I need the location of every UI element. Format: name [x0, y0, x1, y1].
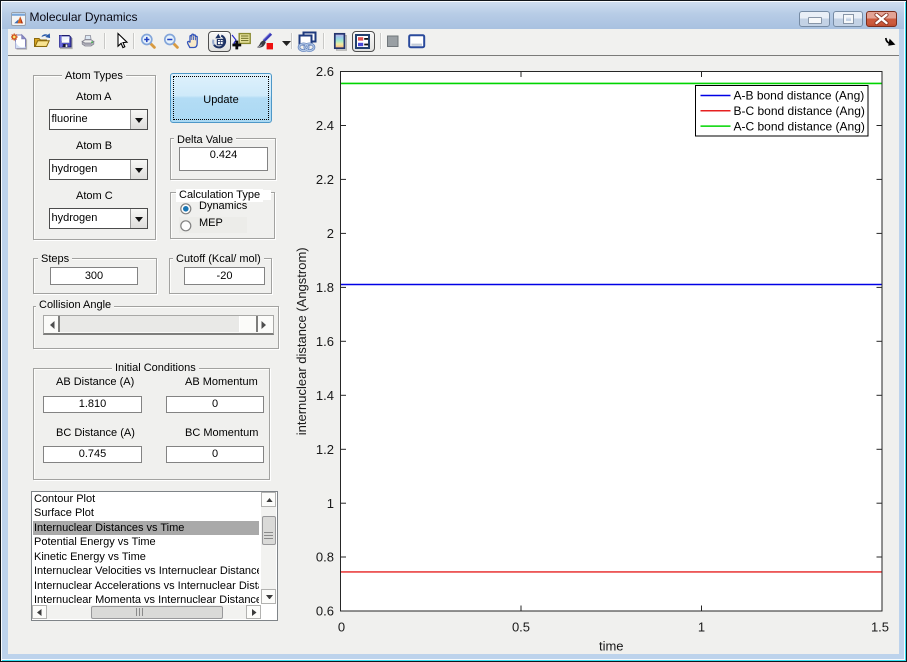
- svg-text:1.8: 1.8: [316, 280, 334, 295]
- svg-text:0: 0: [338, 620, 345, 635]
- svg-text:1.6: 1.6: [316, 334, 334, 349]
- svg-text:internuclear distance (Angstro: internuclear distance (Angstrom): [294, 247, 309, 435]
- svg-text:0.8: 0.8: [316, 550, 334, 565]
- svg-text:0.5: 0.5: [512, 620, 530, 635]
- svg-text:1.4: 1.4: [316, 388, 334, 403]
- svg-text:0.6: 0.6: [316, 604, 334, 619]
- svg-text:2.2: 2.2: [316, 172, 334, 187]
- svg-text:2: 2: [327, 226, 334, 241]
- svg-text:1.5: 1.5: [871, 620, 889, 635]
- svg-text:A-C bond distance (Ang): A-C bond distance (Ang): [734, 119, 865, 133]
- svg-text:A-B bond distance (Ang): A-B bond distance (Ang): [734, 89, 865, 103]
- svg-text:time: time: [599, 639, 624, 654]
- svg-text:1.2: 1.2: [316, 442, 334, 457]
- svg-text:B-C bond distance (Ang): B-C bond distance (Ang): [734, 104, 865, 118]
- svg-text:2.6: 2.6: [316, 64, 334, 79]
- svg-text:2.4: 2.4: [316, 118, 334, 133]
- svg-text:1: 1: [327, 496, 334, 511]
- svg-text:1: 1: [698, 620, 705, 635]
